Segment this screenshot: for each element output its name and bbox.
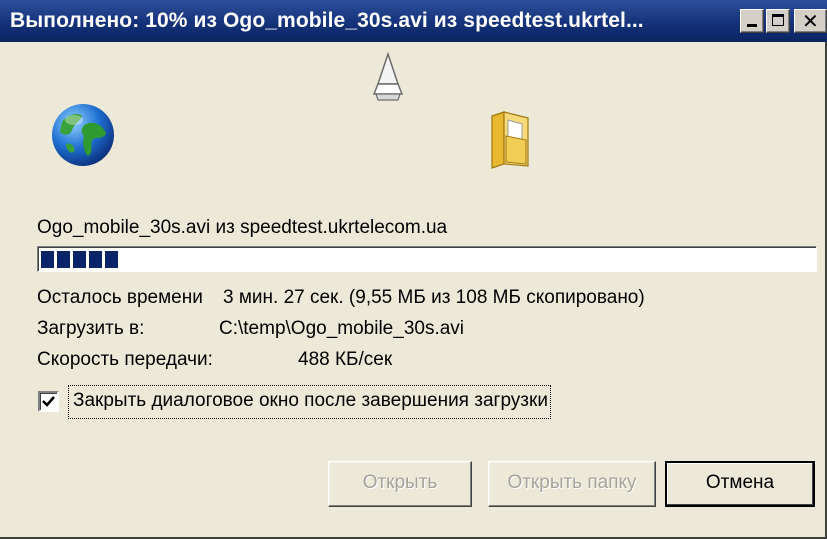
file-source-label: Ogo_mobile_30s.avi из speedtest.ukrtelec… xyxy=(37,217,448,238)
open-folder-button[interactable]: Открыть папку xyxy=(488,461,656,507)
progress-fill xyxy=(41,251,118,268)
close-after-download-label[interactable]: Закрыть диалоговое окно после завершения… xyxy=(68,385,551,419)
minimize-button[interactable] xyxy=(740,9,764,33)
close-after-download-checkbox[interactable] xyxy=(38,391,59,412)
folder-icon xyxy=(491,111,529,169)
maximize-icon xyxy=(772,14,784,26)
transfer-rate-value: 488 КБ/сек xyxy=(298,349,393,370)
download-dialog: Выполнено: 10% из Ogo_mobile_30s.avi из … xyxy=(0,0,827,539)
globe-icon xyxy=(52,104,114,166)
open-button[interactable]: Открыть xyxy=(328,461,472,507)
close-button[interactable]: ✕ xyxy=(794,9,827,33)
transfer-rate-label: Скорость передачи: xyxy=(37,349,213,370)
window-title: Выполнено: 10% из Ogo_mobile_30s.avi из … xyxy=(10,9,644,32)
paper-icon xyxy=(372,51,404,101)
close-icon: ✕ xyxy=(802,9,819,33)
time-remaining-value: 3 мин. 27 сек. (9,55 МБ из 108 МБ скопир… xyxy=(223,287,645,308)
download-to-label: Загрузить в: xyxy=(37,318,145,339)
cancel-button[interactable]: Отмена xyxy=(665,461,815,507)
checkmark-icon xyxy=(42,396,55,407)
title-bar[interactable]: Выполнено: 10% из Ogo_mobile_30s.avi из … xyxy=(0,0,827,42)
download-progress-bar xyxy=(37,246,817,272)
time-remaining-label: Осталось времени xyxy=(37,287,203,308)
minimize-icon xyxy=(747,24,757,27)
download-to-value: C:\temp\Ogo_mobile_30s.avi xyxy=(219,318,465,339)
maximize-button[interactable] xyxy=(766,9,790,33)
